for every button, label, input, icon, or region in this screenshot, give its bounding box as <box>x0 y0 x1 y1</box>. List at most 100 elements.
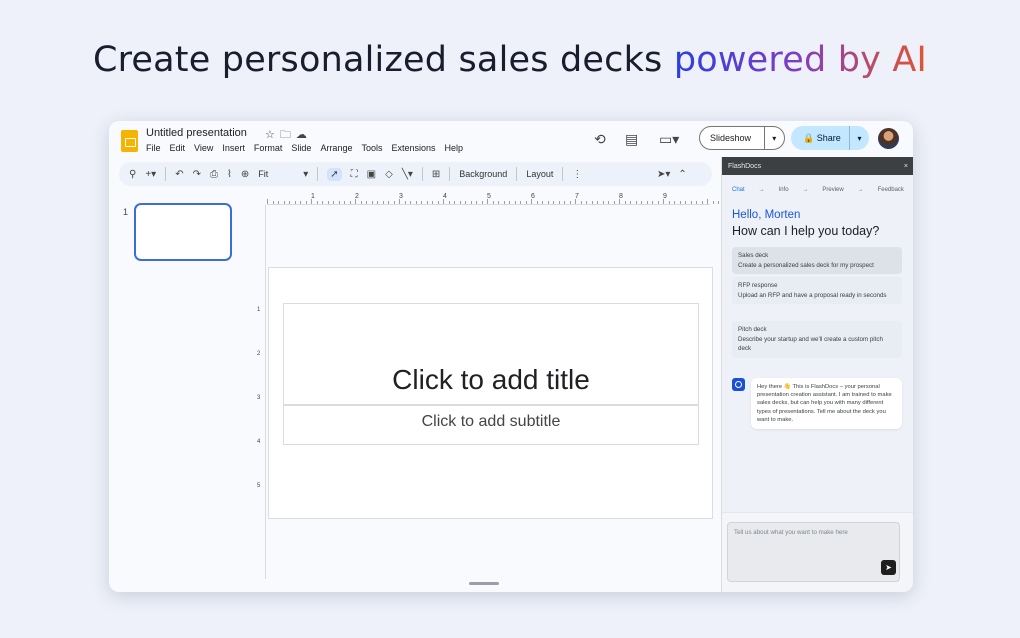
menu-help[interactable]: Help <box>445 143 464 153</box>
ruler-tick <box>388 201 389 204</box>
chevron-up-icon[interactable]: ⌃ <box>678 169 686 180</box>
ruler-tick <box>575 199 576 204</box>
menu-file[interactable]: File <box>146 143 161 153</box>
option-desc: Describe your startup and we'll create a… <box>738 335 883 353</box>
history-icon[interactable]: ⟲ <box>594 131 606 148</box>
ruler-left: 1 2 3 4 5 <box>256 205 266 579</box>
step-feedback[interactable]: Feedback <box>878 187 904 193</box>
chevron-down-icon[interactable]: ▾ <box>303 169 308 180</box>
chat-input-area: Tell us about what you want to make here… <box>722 512 913 592</box>
step-chat[interactable]: Chat <box>732 187 745 193</box>
ruler-tick <box>641 201 642 204</box>
ruler-tick <box>509 201 510 204</box>
more-icon[interactable]: ⋮ <box>572 169 582 180</box>
ruler-tick <box>487 199 488 204</box>
layout-button[interactable]: Layout <box>526 169 553 179</box>
cursor-mode-icon[interactable]: ➤▾ <box>657 169 670 180</box>
ruler-tick <box>382 201 384 204</box>
slide-canvas[interactable]: Click to add title Click to add subtitle <box>268 267 713 519</box>
ruler-tick <box>377 201 378 204</box>
ruler-tick <box>558 201 560 204</box>
print-icon[interactable]: ⎙ <box>210 169 218 180</box>
video-call-icon[interactable]: ▭▾ <box>659 131 679 148</box>
star-icon[interactable]: ☆ <box>265 129 280 141</box>
ruler-top: 1 2 3 4 5 6 7 8 9 <box>267 193 747 205</box>
ruler-tick <box>333 201 334 204</box>
comment-icon[interactable]: ▤ <box>625 131 638 148</box>
ruler-tick <box>503 201 505 204</box>
close-icon[interactable]: × <box>904 163 908 170</box>
add-icon[interactable]: +▾ <box>145 169 156 180</box>
ruler-tick <box>630 201 631 204</box>
subtitle-placeholder[interactable]: Click to add subtitle <box>283 405 699 445</box>
ruler-tick <box>586 201 587 204</box>
title-placeholder-text: Click to add title <box>392 364 590 395</box>
headline-text: Create personalized sales decks <box>92 40 674 80</box>
ruler-label: 4 <box>257 439 261 445</box>
ruler-tick <box>327 201 329 204</box>
shape-icon[interactable]: ◇ <box>385 169 393 180</box>
option-sales-deck[interactable]: Sales deck Create a personalized sales d… <box>732 247 902 274</box>
share-label: 🔒 Share <box>791 133 849 144</box>
menu-view[interactable]: View <box>194 143 213 153</box>
ruler-tick <box>305 201 307 204</box>
ruler-tick <box>410 201 411 204</box>
document-title[interactable]: Untitled presentation <box>146 127 247 139</box>
chevron-down-icon[interactable]: ▾ <box>763 127 784 149</box>
avatar[interactable] <box>878 128 899 149</box>
share-button[interactable]: 🔒 Share ▾ <box>791 126 869 150</box>
send-button[interactable]: ➤ <box>881 560 896 575</box>
option-title: Pitch deck <box>738 326 767 333</box>
ruler-tick <box>531 199 532 204</box>
option-pitch-deck[interactable]: Pitch deck Describe your startup and we'… <box>732 321 902 358</box>
step-info[interactable]: Info <box>779 187 789 193</box>
ruler-tick <box>674 201 675 204</box>
title-placeholder[interactable]: Click to add title <box>283 303 699 405</box>
frame-icon[interactable]: ⛶ <box>351 169 358 180</box>
background-button[interactable]: Background <box>459 169 507 179</box>
menu-tools[interactable]: Tools <box>361 143 382 153</box>
ruler-tick <box>437 201 439 204</box>
line-icon[interactable]: ╲▾ <box>402 169 413 180</box>
ruler-tick <box>657 201 659 204</box>
option-rfp-response[interactable]: RFP response Upload an RFP and have a pr… <box>732 277 902 304</box>
cloud-icon[interactable]: ☁ <box>296 129 312 141</box>
ruler-tick <box>404 201 406 204</box>
select-icon[interactable]: ➚ <box>327 167 342 181</box>
chevron-down-icon[interactable]: ▾ <box>849 126 869 150</box>
divider <box>449 167 451 181</box>
menu-extensions[interactable]: Extensions <box>391 143 435 153</box>
speaker-notes-handle[interactable] <box>469 582 499 585</box>
zoom-icon[interactable]: ⊕ <box>241 169 249 180</box>
menu-format[interactable]: Format <box>254 143 283 153</box>
slideshow-button[interactable]: Slideshow ▾ <box>699 126 785 150</box>
step-indicator: Chat → Info → Preview → Feedback <box>732 187 904 193</box>
menu-arrange[interactable]: Arrange <box>320 143 352 153</box>
zoom-select[interactable]: Fit <box>258 169 294 179</box>
ruler-tick <box>520 201 521 204</box>
bot-avatar-icon <box>732 378 745 391</box>
menu-slide[interactable]: Slide <box>291 143 311 153</box>
toolbar: ⚲ +▾ ↶ ↷ ⎙ ⌇ ⊕ Fit ▾ ➚ ⛶ ▣ ◇ ╲▾ ⊞ Backgr… <box>119 162 712 186</box>
ruler-tick <box>696 201 697 204</box>
image-icon[interactable]: ▣ <box>367 169 376 180</box>
ruler-tick <box>718 201 719 204</box>
ruler-tick <box>459 201 461 204</box>
search-icon[interactable]: ⚲ <box>129 169 136 180</box>
menu-insert[interactable]: Insert <box>222 143 245 153</box>
chat-input[interactable]: Tell us about what you want to make here <box>727 522 900 582</box>
paint-format-icon[interactable]: ⌇ <box>227 169 232 180</box>
ruler-tick <box>393 201 395 204</box>
ruler-tick <box>454 201 455 204</box>
menu-edit[interactable]: Edit <box>170 143 186 153</box>
ruler-tick <box>465 201 466 204</box>
undo-icon[interactable]: ↶ <box>175 169 183 180</box>
redo-icon[interactable]: ↷ <box>193 169 201 180</box>
step-preview[interactable]: Preview <box>822 187 843 193</box>
ruler-tick <box>481 201 483 204</box>
slide-thumbnail[interactable] <box>134 203 232 261</box>
ruler-tick <box>514 201 516 204</box>
folder-icon[interactable]: 🗀 <box>280 129 296 141</box>
slides-logo-icon[interactable] <box>121 130 138 152</box>
comment-add-icon[interactable]: ⊞ <box>432 169 440 180</box>
